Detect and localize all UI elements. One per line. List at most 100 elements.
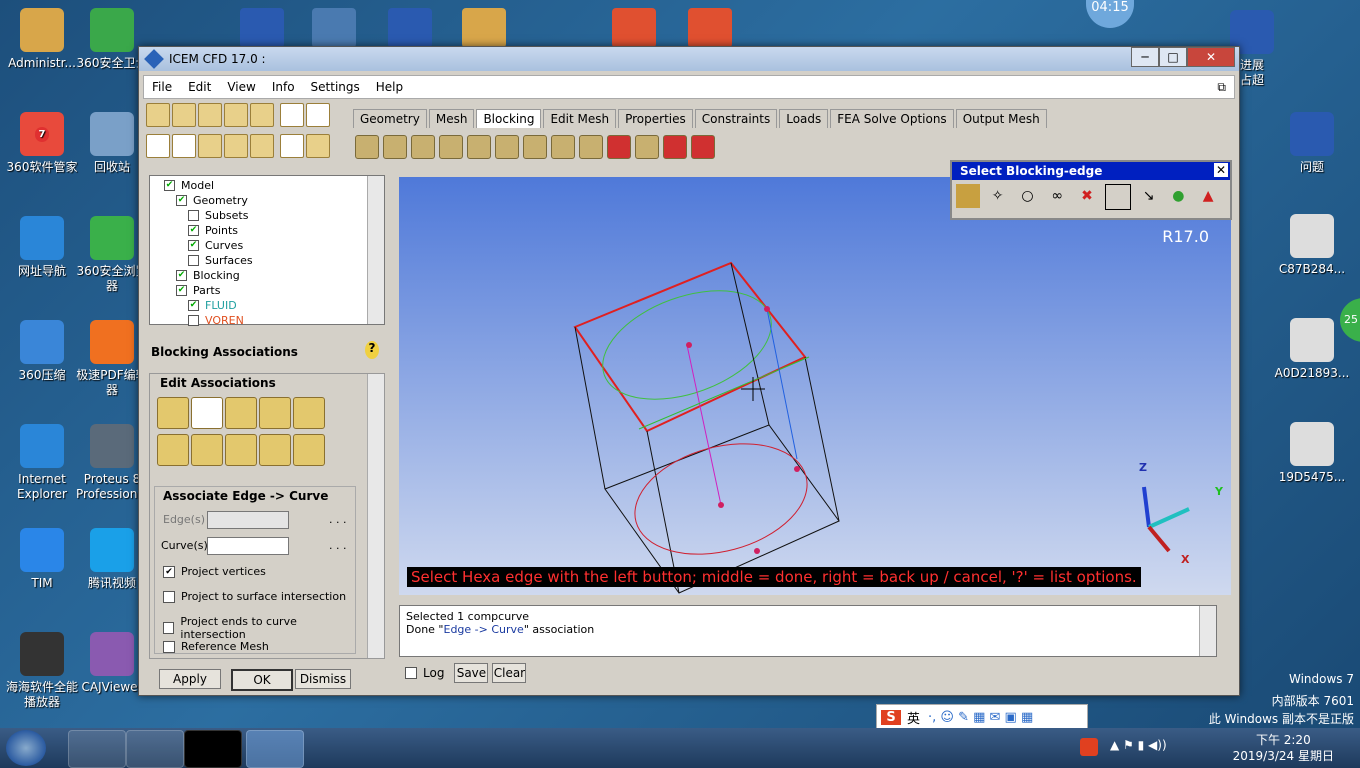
tree-checkbox[interactable]: ✔ — [188, 225, 199, 236]
help-icon[interactable]: ? — [365, 341, 379, 359]
ok-button[interactable]: OK — [231, 669, 293, 691]
panel-scrollbar[interactable] — [367, 374, 384, 658]
tab-properties[interactable]: Properties — [618, 109, 693, 128]
create-block-icon[interactable] — [355, 135, 379, 159]
checkbox-box[interactable] — [163, 590, 175, 603]
tray-sogou-icon[interactable] — [1080, 738, 1098, 756]
desktop-icon[interactable] — [688, 8, 732, 48]
measure-icon[interactable] — [198, 134, 222, 158]
start-button[interactable] — [6, 730, 46, 766]
minimize-button[interactable]: ─ — [1131, 47, 1159, 67]
tree-checkbox[interactable]: ✔ — [176, 195, 187, 206]
edit-block-icon[interactable] — [439, 135, 463, 159]
checkbox-box[interactable] — [163, 640, 175, 653]
desktop-icon[interactable] — [388, 8, 432, 48]
select-toolbar-header[interactable]: Select Blocking-edge ✕ — [952, 162, 1230, 180]
update-associations-icon[interactable] — [157, 434, 189, 466]
edit-edge-icon[interactable] — [551, 135, 575, 159]
save-icon[interactable] — [172, 103, 196, 127]
zoom-icon[interactable] — [172, 134, 196, 158]
menu-info[interactable]: Info — [264, 80, 303, 94]
desktop-icon[interactable]: 19D5475... — [1274, 422, 1350, 485]
pre-mesh-params-icon[interactable] — [579, 135, 603, 159]
desktop-icon[interactable]: 网址导航 — [4, 216, 80, 279]
clear-log-button[interactable]: Clear — [492, 663, 527, 683]
graphics-viewport[interactable]: R17.0 Z Y X Select Hexa edge with the le… — [399, 177, 1231, 595]
option-checkbox[interactable]: ✔ Project vertices — [163, 565, 266, 578]
tree-node[interactable]: Surfaces — [188, 254, 253, 267]
close-button[interactable]: ✕ — [1187, 47, 1235, 67]
tab-output-mesh[interactable]: Output Mesh — [955, 109, 1047, 128]
curves-field[interactable] — [207, 537, 289, 555]
checkbox-box[interactable]: ✔ — [163, 565, 175, 578]
associate-edge-surface-icon[interactable] — [225, 397, 257, 429]
desktop-icon[interactable]: TIM — [4, 528, 80, 591]
ime-language[interactable]: 英 — [907, 708, 920, 727]
message-scrollbar[interactable] — [1199, 606, 1216, 656]
desktop-icon[interactable]: 海海软件全能播放器 — [4, 632, 80, 710]
snap-project-vertices-icon[interactable] — [225, 434, 257, 466]
tree-node[interactable]: ✔ Points — [188, 224, 238, 237]
menu-view[interactable]: View — [219, 80, 263, 94]
mesh-open-icon[interactable] — [224, 103, 248, 127]
select-star-icon[interactable]: ✧ — [986, 184, 1010, 208]
desktop-icon[interactable]: 问题 — [1274, 112, 1350, 175]
taskbar-clock[interactable]: 下午 2:20 2019/3/24 星期日 — [1233, 732, 1334, 764]
ime-tools-icons[interactable]: ·, ☺ ✎ ▦ ✉ ▣ ▦ — [928, 710, 1033, 725]
associate-edge-curve-icon[interactable] — [191, 397, 223, 429]
merge-vertices-icon[interactable] — [411, 135, 435, 159]
desktop-icon[interactable] — [612, 8, 656, 48]
desktop-icon[interactable]: Internet Explorer — [4, 424, 80, 502]
tray-icons[interactable]: ▲ ⚑ ▮ ◀)) — [1110, 738, 1167, 752]
sogou-icon[interactable]: S — [881, 709, 901, 725]
solid-icon[interactable] — [305, 134, 330, 158]
tree-node[interactable]: ✔ FLUID — [188, 299, 237, 312]
associate-face-icon[interactable] — [259, 397, 291, 429]
tab-blocking[interactable]: Blocking — [476, 109, 542, 128]
select-edges-icon[interactable] — [293, 511, 313, 529]
tab-mesh[interactable]: Mesh — [428, 109, 475, 128]
desktop-icon[interactable]: A0D21893... — [1274, 318, 1350, 381]
select-curves-icon[interactable] — [293, 537, 313, 555]
menu-file[interactable]: File — [144, 80, 180, 94]
apply-button[interactable]: Apply — [159, 669, 221, 689]
tree-checkbox[interactable]: ✔ — [176, 270, 187, 281]
select-all-box-icon[interactable] — [1104, 184, 1131, 210]
desktop-icon[interactable]: 360压缩 — [4, 320, 80, 383]
tree-node[interactable]: ✔ Parts — [176, 284, 220, 297]
edges-more[interactable]: . . . — [329, 513, 346, 526]
log-checkbox[interactable] — [405, 667, 417, 679]
tree-checkbox[interactable]: ✔ — [188, 300, 199, 311]
tab-loads[interactable]: Loads — [779, 109, 829, 128]
blocking-open-icon[interactable] — [250, 103, 274, 127]
desktop-icon[interactable] — [462, 8, 506, 48]
pre-mesh-smooth-icon[interactable] — [635, 135, 659, 159]
select-drag-icon[interactable]: ↘ — [1137, 184, 1161, 208]
select-toolbar-close-icon[interactable]: ✕ — [1214, 163, 1228, 177]
tab-geometry[interactable]: Geometry — [353, 109, 427, 128]
clock-widget[interactable]: 04:15 — [1086, 0, 1134, 28]
select-glasses-icon[interactable]: ∞ — [1045, 184, 1069, 208]
refresh-icon[interactable] — [250, 134, 274, 158]
option-checkbox[interactable]: Project to surface intersection — [163, 590, 346, 603]
tree-checkbox[interactable] — [188, 315, 199, 326]
taskbar-snipping[interactable] — [126, 730, 184, 768]
cancel-selection-icon[interactable]: ✖ — [1075, 184, 1099, 208]
desktop-icon[interactable] — [240, 8, 284, 48]
tree-node[interactable]: Subsets — [188, 209, 248, 222]
tree-checkbox[interactable]: ✔ — [188, 240, 199, 251]
dismiss-button[interactable]: Dismiss — [295, 669, 351, 689]
group-curves-icon[interactable] — [259, 434, 291, 466]
split-block-icon[interactable] — [383, 135, 407, 159]
title-bar[interactable]: ICEM CFD 17.0 : — [139, 47, 1239, 71]
option-checkbox[interactable]: Project ends to curve intersection — [163, 615, 355, 641]
taskbar-notepad[interactable] — [68, 730, 126, 768]
tree-node[interactable]: VOREN — [188, 314, 244, 327]
fit-window-icon[interactable] — [146, 134, 170, 158]
transform-blocks-icon[interactable] — [523, 135, 547, 159]
block-checks-icon[interactable] — [663, 135, 687, 159]
desktop-icon[interactable]: 7 360软件管家 — [4, 112, 80, 175]
undo-icon[interactable] — [279, 103, 304, 127]
menu-edit[interactable]: Edit — [180, 80, 219, 94]
tree-node[interactable]: ✔ Blocking — [176, 269, 240, 282]
